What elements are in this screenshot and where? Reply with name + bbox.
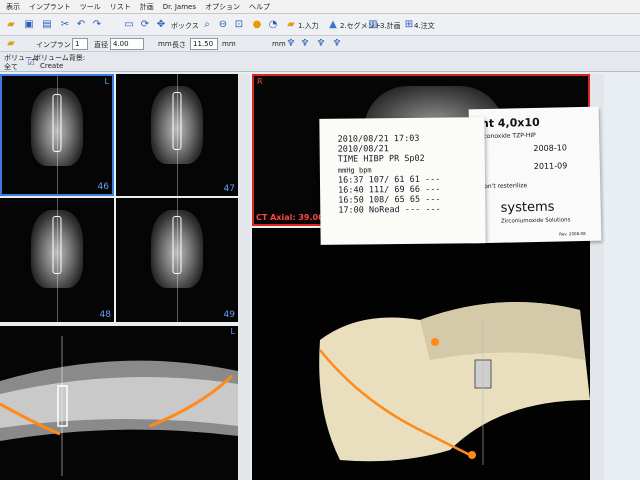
implant-tool-3-icon[interactable]: ♆: [314, 37, 328, 51]
axial-label: CT Axial: 39.00: [256, 213, 324, 222]
diameter-field[interactable]: 4.00: [110, 38, 144, 50]
sterile-note: on't resterilize: [484, 182, 528, 191]
plan-step-input[interactable]: 1.入力: [298, 21, 319, 31]
cut-icon[interactable]: ✂: [58, 18, 72, 32]
implant-tool-4-icon[interactable]: ♆: [330, 37, 344, 51]
check-icon[interactable]: ☑: [26, 58, 36, 68]
create-button[interactable]: Create: [40, 62, 63, 70]
printout-line: 17:00 NoRead --- ---: [338, 205, 441, 217]
menu-help[interactable]: ヘルプ: [249, 2, 270, 12]
product-subtitle: rconoxide TZP-HIP: [481, 131, 536, 141]
implant-number-field[interactable]: 1: [72, 38, 88, 50]
open-folder-icon[interactable]: ▰: [4, 18, 18, 32]
menu-options[interactable]: オプション: [205, 2, 240, 12]
timer-icon[interactable]: ◔: [266, 18, 280, 32]
slice-view-46[interactable]: L 46: [0, 74, 114, 196]
slice-number: 49: [223, 310, 235, 320]
panoramic-image: [0, 336, 238, 476]
slice-number: 47: [223, 184, 235, 194]
diameter-label: 直径: [94, 41, 108, 49]
implant-tool-2-icon[interactable]: ♆: [298, 37, 312, 51]
implant-product-box: nt 4,0x10 rconoxide TZP-HIP 2008-10 2011…: [468, 106, 602, 244]
length-field[interactable]: 11.50: [190, 38, 218, 50]
zoom-icon[interactable]: ⌕: [200, 18, 214, 32]
slice-view-47[interactable]: 47: [116, 74, 238, 196]
slice-number: 48: [99, 310, 111, 320]
print-icon[interactable]: ▤: [40, 18, 54, 32]
corner-label: L: [230, 327, 235, 336]
expiry-date: 2011-09: [533, 161, 568, 172]
slice-view-49[interactable]: 49: [116, 198, 238, 322]
undo-icon[interactable]: ↶: [74, 18, 88, 32]
slice-number: 46: [97, 182, 109, 192]
menu-view[interactable]: 表示: [6, 2, 20, 12]
menu-plan[interactable]: 計画: [140, 2, 154, 12]
brand-name: systems: [500, 199, 555, 216]
implant-outline[interactable]: [172, 92, 182, 150]
product-title: nt 4,0x10: [480, 115, 540, 131]
diameter-unit: mm: [158, 40, 172, 48]
vitals-printout: 2010/08/21 17:03 2010/08/21 TIME HIBP PR…: [319, 117, 486, 245]
main-toolbar: ▰ ▣ ▤ ✂ ↶ ↷ ▭ ⟳ ✥ ボックス ⌕ ⊖ ⊡ ● ◔ ▰ 1.入力 …: [0, 14, 640, 36]
redo-icon[interactable]: ↷: [90, 18, 104, 32]
implant-outline[interactable]: [52, 94, 62, 152]
plan-step-plan[interactable]: 3.計画: [380, 21, 401, 31]
menu-implant[interactable]: インプラント: [29, 2, 71, 12]
all-label[interactable]: 全て: [4, 62, 18, 72]
corner-label: L: [104, 77, 109, 86]
menu-user[interactable]: Dr. James: [163, 3, 196, 11]
brand-tagline: Zirconiumoxide Solutions: [500, 217, 571, 225]
move-icon[interactable]: ✥: [154, 18, 168, 32]
manufacture-date: 2008-10: [533, 143, 567, 154]
revision: Rev. 2008-08: [559, 230, 586, 237]
length-unit: mm: [222, 40, 236, 48]
implant-outline[interactable]: [52, 216, 62, 274]
select-icon[interactable]: ▭: [122, 18, 136, 32]
menu-bar: 表示 インプラント ツール リスト 計画 Dr. James オプション ヘルプ: [0, 0, 640, 14]
rotate-icon[interactable]: ⟳: [138, 18, 152, 32]
volume-toolbar: ボリューム ボリューム背景: 全て ☑ Create: [0, 52, 640, 72]
menu-tools[interactable]: ツール: [80, 2, 101, 12]
info-icon[interactable]: ●: [250, 18, 264, 32]
segment-icon[interactable]: ▲: [326, 18, 340, 32]
implant-outline[interactable]: [172, 216, 182, 274]
panoramic-view[interactable]: L: [0, 326, 238, 480]
length-label: 長さ: [172, 41, 186, 49]
corner-label: R: [257, 77, 263, 86]
plan-step-order[interactable]: 4.注文: [414, 21, 435, 31]
menu-list[interactable]: リスト: [110, 2, 131, 12]
zoom-out-icon[interactable]: ⊖: [216, 18, 230, 32]
fit-window-icon[interactable]: ⊡: [232, 18, 246, 32]
3d-bone-render: [319, 302, 590, 465]
implant-folder-icon[interactable]: ▰: [4, 37, 18, 51]
plan-folder-icon[interactable]: ▰: [284, 18, 298, 32]
implant-tool-1-icon[interactable]: ♆: [284, 37, 298, 51]
vertical-scrollbar[interactable]: [238, 74, 250, 480]
implant-toolbar: ▰ インプラント 1 直径 4.00 mm 長さ 11.50 mm mm ♆ ♆…: [0, 36, 640, 52]
slice-view-48[interactable]: 48: [0, 198, 114, 322]
plan-icon[interactable]: ▥: [366, 18, 380, 32]
box-tool-label[interactable]: ボックス: [171, 21, 199, 31]
save-icon[interactable]: ▣: [22, 18, 36, 32]
